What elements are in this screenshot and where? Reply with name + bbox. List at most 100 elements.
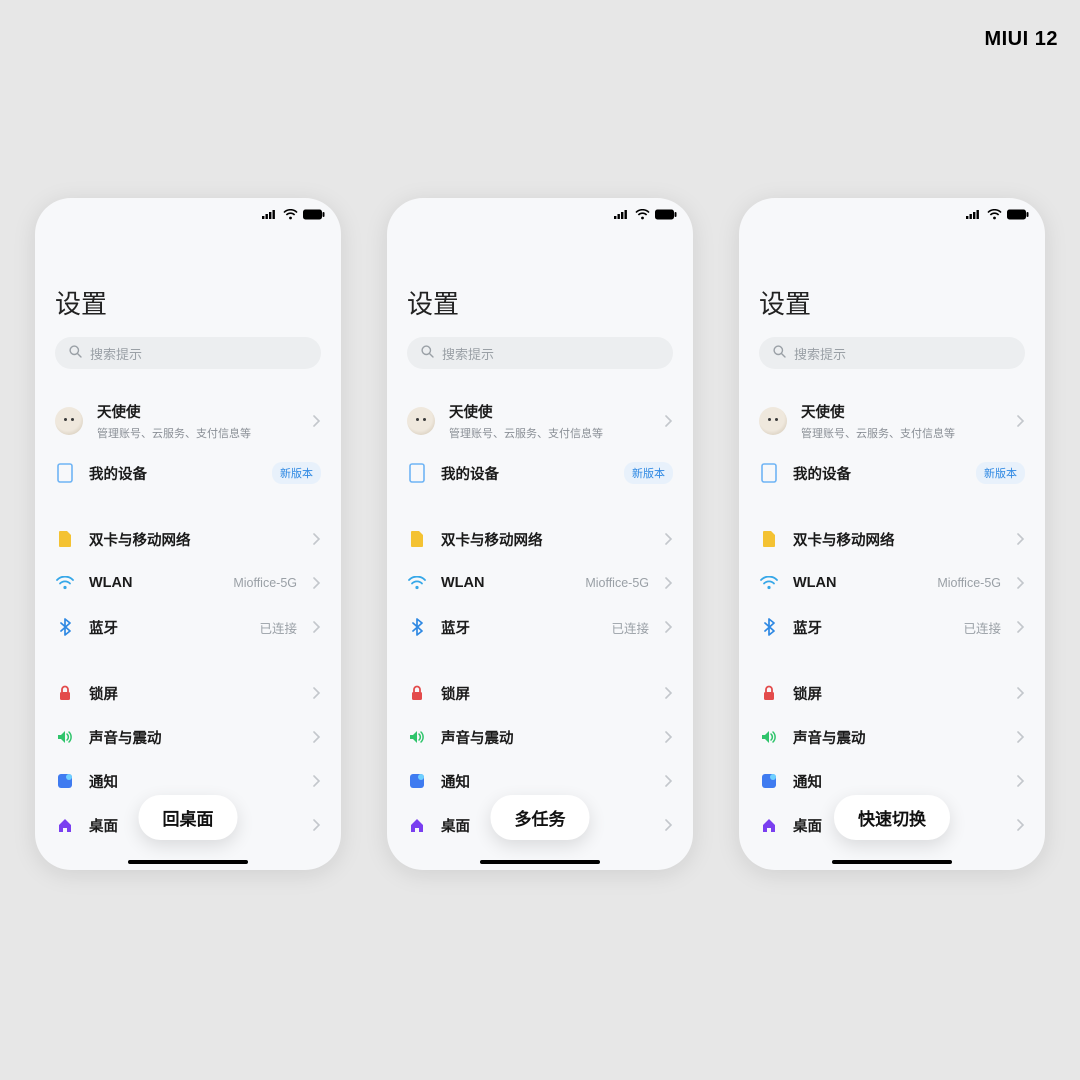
my-device-row[interactable]: 我的设备 新版本 bbox=[35, 451, 341, 495]
signal-icon bbox=[614, 209, 630, 219]
new-version-badge: 新版本 bbox=[272, 462, 321, 484]
sound-icon bbox=[759, 727, 779, 747]
account-row[interactable]: 天使使 管理账号、云服务、支付信息等 bbox=[387, 377, 693, 451]
phone-mock: 设置 搜索提示 天使使 管理账号、云服务、支付信息等 我的设备 新版本 bbox=[739, 198, 1045, 870]
bluetooth-row[interactable]: 蓝牙 已连接 bbox=[739, 605, 1045, 649]
device-icon bbox=[407, 463, 427, 483]
list-item-label: 通知 bbox=[793, 771, 1003, 792]
search-input[interactable]: 搜索提示 bbox=[55, 337, 321, 369]
chevron-right-icon bbox=[313, 415, 321, 427]
signal-icon bbox=[966, 209, 982, 219]
lockscreen-row[interactable]: 锁屏 bbox=[739, 671, 1045, 715]
list-item-label: 我的设备 bbox=[441, 463, 610, 484]
chevron-right-icon bbox=[665, 819, 673, 831]
gesture-hint-pill: 多任务 bbox=[491, 795, 590, 840]
status-bar bbox=[739, 198, 1045, 224]
home-icon bbox=[407, 815, 427, 835]
account-name: 天使使 bbox=[801, 401, 1003, 422]
wlan-row[interactable]: WLAN Mioffice-5G bbox=[35, 561, 341, 605]
page-title: 设置 bbox=[35, 224, 341, 337]
page-title: 设置 bbox=[739, 224, 1045, 337]
chevron-right-icon bbox=[1017, 415, 1025, 427]
bluetooth-icon bbox=[55, 617, 75, 637]
search-icon bbox=[69, 345, 82, 361]
list-item-label: 我的设备 bbox=[89, 463, 258, 484]
device-icon bbox=[759, 463, 779, 483]
wlan-icon bbox=[759, 573, 779, 593]
wlan-row[interactable]: WLAN Mioffice-5G bbox=[387, 561, 693, 605]
phone-mock: 设置 搜索提示 天使使 管理账号、云服务、支付信息等 bbox=[35, 198, 341, 870]
status-bar bbox=[387, 198, 693, 224]
chevron-right-icon bbox=[665, 533, 673, 545]
bluetooth-value: 已连接 bbox=[259, 618, 297, 637]
list-item-label: 通知 bbox=[89, 771, 299, 792]
list-item-label: 蓝牙 bbox=[89, 617, 245, 638]
page-title: 设置 bbox=[387, 224, 693, 337]
account-subtitle: 管理账号、云服务、支付信息等 bbox=[801, 425, 1003, 441]
wlan-value: Mioffice-5G bbox=[233, 576, 297, 590]
search-icon bbox=[773, 345, 786, 361]
search-input[interactable]: 搜索提示 bbox=[407, 337, 673, 369]
list-item-label: 双卡与移动网络 bbox=[793, 529, 1003, 550]
list-item-label: 声音与震动 bbox=[441, 727, 651, 748]
bluetooth-row[interactable]: 蓝牙 已连接 bbox=[387, 605, 693, 649]
list-item-label: 蓝牙 bbox=[793, 617, 949, 638]
bluetooth-icon bbox=[407, 617, 427, 637]
notify-icon bbox=[759, 771, 779, 791]
chevron-right-icon bbox=[665, 415, 673, 427]
account-name: 天使使 bbox=[97, 401, 299, 422]
lock-icon bbox=[759, 683, 779, 703]
lockscreen-row[interactable]: 锁屏 bbox=[387, 671, 693, 715]
wifi-icon bbox=[635, 209, 650, 220]
my-device-row[interactable]: 我的设备 新版本 bbox=[387, 451, 693, 495]
home-indicator[interactable] bbox=[128, 860, 248, 864]
search-input[interactable]: 搜索提示 bbox=[759, 337, 1025, 369]
sim-row[interactable]: 双卡与移动网络 bbox=[387, 517, 693, 561]
my-device-row[interactable]: 我的设备 新版本 bbox=[739, 451, 1045, 495]
bluetooth-row[interactable]: 蓝牙 已连接 bbox=[35, 605, 341, 649]
chevron-right-icon bbox=[313, 819, 321, 831]
wlan-icon bbox=[407, 573, 427, 593]
sim-row[interactable]: 双卡与移动网络 bbox=[739, 517, 1045, 561]
wlan-value: Mioffice-5G bbox=[585, 576, 649, 590]
chevron-right-icon bbox=[665, 775, 673, 787]
chevron-right-icon bbox=[313, 687, 321, 699]
sound-row[interactable]: 声音与震动 bbox=[739, 715, 1045, 759]
search-placeholder: 搜索提示 bbox=[442, 344, 494, 363]
device-icon bbox=[55, 463, 75, 483]
account-row[interactable]: 天使使 管理账号、云服务、支付信息等 bbox=[35, 377, 341, 451]
notify-icon bbox=[55, 771, 75, 791]
home-indicator[interactable] bbox=[832, 860, 952, 864]
chevron-right-icon bbox=[665, 687, 673, 699]
phone-mock: 设置 搜索提示 天使使 管理账号、云服务、支付信息等 我的设备 新版本 bbox=[387, 198, 693, 870]
chevron-right-icon bbox=[1017, 621, 1025, 633]
gesture-hint-pill: 回桌面 bbox=[139, 795, 238, 840]
battery-icon bbox=[303, 209, 325, 220]
home-indicator[interactable] bbox=[480, 860, 600, 864]
lock-icon bbox=[407, 683, 427, 703]
list-item-label: 声音与震动 bbox=[89, 727, 299, 748]
chevron-right-icon bbox=[1017, 819, 1025, 831]
sound-row[interactable]: 声音与震动 bbox=[387, 715, 693, 759]
list-item-label: 声音与震动 bbox=[793, 727, 1003, 748]
wifi-icon bbox=[283, 209, 298, 220]
wlan-row[interactable]: WLAN Mioffice-5G bbox=[739, 561, 1045, 605]
new-version-badge: 新版本 bbox=[624, 462, 673, 484]
sim-row[interactable]: 双卡与移动网络 bbox=[35, 517, 341, 561]
battery-icon bbox=[1007, 209, 1029, 220]
search-icon bbox=[421, 345, 434, 361]
sound-row[interactable]: 声音与震动 bbox=[35, 715, 341, 759]
chevron-right-icon bbox=[665, 731, 673, 743]
avatar bbox=[407, 407, 435, 435]
search-placeholder: 搜索提示 bbox=[90, 344, 142, 363]
sound-icon bbox=[407, 727, 427, 747]
avatar bbox=[55, 407, 83, 435]
sim-icon bbox=[55, 529, 75, 549]
lockscreen-row[interactable]: 锁屏 bbox=[35, 671, 341, 715]
account-subtitle: 管理账号、云服务、支付信息等 bbox=[97, 425, 299, 441]
list-item-label: 锁屏 bbox=[793, 683, 1003, 704]
sound-icon bbox=[55, 727, 75, 747]
list-item-label: 锁屏 bbox=[441, 683, 651, 704]
account-row[interactable]: 天使使 管理账号、云服务、支付信息等 bbox=[739, 377, 1045, 451]
status-bar bbox=[35, 198, 341, 224]
